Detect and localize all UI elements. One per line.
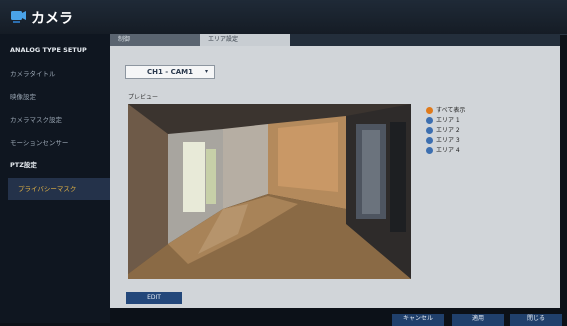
- legend-label: エリア 1: [436, 117, 460, 124]
- title-bar: カメラ: [0, 0, 567, 35]
- sidebar-item-privacy-mask[interactable]: プライバシーマスク: [8, 178, 110, 200]
- radio-icon: [426, 147, 433, 154]
- radio-icon: [426, 117, 433, 124]
- camera-preview[interactable]: [128, 104, 411, 279]
- tab-control[interactable]: 制御: [110, 34, 200, 46]
- main-panel: 制御 エリア設定 CH1 - CAM1 ▾ プレビュー すべて表示 エリア 1 …: [110, 34, 560, 308]
- legend-label: エリア 4: [436, 147, 460, 154]
- sidebar-item-camera-mask[interactable]: カメラマスク設定: [0, 109, 110, 131]
- sidebar-item-ptz[interactable]: PTZ設定: [0, 154, 110, 176]
- legend-label: すべて表示: [436, 107, 466, 114]
- tab-area-settings[interactable]: エリア設定: [200, 34, 290, 46]
- radio-icon: [426, 127, 433, 134]
- apply-button[interactable]: 適用: [452, 314, 504, 326]
- sidebar-item-motion-sensor[interactable]: モーションセンサー: [0, 132, 110, 154]
- sidebar-item-camera-title[interactable]: カメラタイトル: [0, 63, 110, 85]
- edit-button[interactable]: EDIT: [126, 292, 182, 304]
- sidebar-item-analog-type-setup[interactable]: ANALOG TYPE SETUP: [0, 39, 110, 61]
- tab-bar-filler: [290, 34, 560, 46]
- area-legend: すべて表示 エリア 1 エリア 2 エリア 3 エリア 4: [426, 106, 465, 156]
- legend-label: エリア 3: [436, 137, 460, 144]
- legend-item-area-3[interactable]: エリア 3: [426, 136, 465, 145]
- camera-icon: [11, 11, 26, 23]
- radio-icon: [426, 137, 433, 144]
- sidebar: ANALOG TYPE SETUP カメラタイトル 映像設定 カメラマスク設定 …: [0, 34, 110, 323]
- window-title: カメラ: [31, 11, 73, 27]
- legend-item-area-4[interactable]: エリア 4: [426, 146, 465, 155]
- chevron-down-icon: ▾: [204, 68, 208, 75]
- preview-label: プレビュー: [128, 94, 159, 101]
- camera-select[interactable]: CH1 - CAM1 ▾: [125, 65, 215, 79]
- legend-label: エリア 2: [436, 127, 460, 134]
- radio-selected-icon: [426, 107, 433, 114]
- legend-item-show-all[interactable]: すべて表示: [426, 106, 465, 115]
- legend-item-area-1[interactable]: エリア 1: [426, 116, 465, 125]
- preview-image: [128, 104, 411, 279]
- close-button[interactable]: 閉じる: [510, 314, 562, 326]
- sidebar-item-video-settings[interactable]: 映像設定: [0, 86, 110, 108]
- camera-select-value: CH1 - CAM1: [146, 68, 194, 76]
- legend-item-area-2[interactable]: エリア 2: [426, 126, 465, 135]
- cancel-button[interactable]: キャンセル: [392, 314, 444, 326]
